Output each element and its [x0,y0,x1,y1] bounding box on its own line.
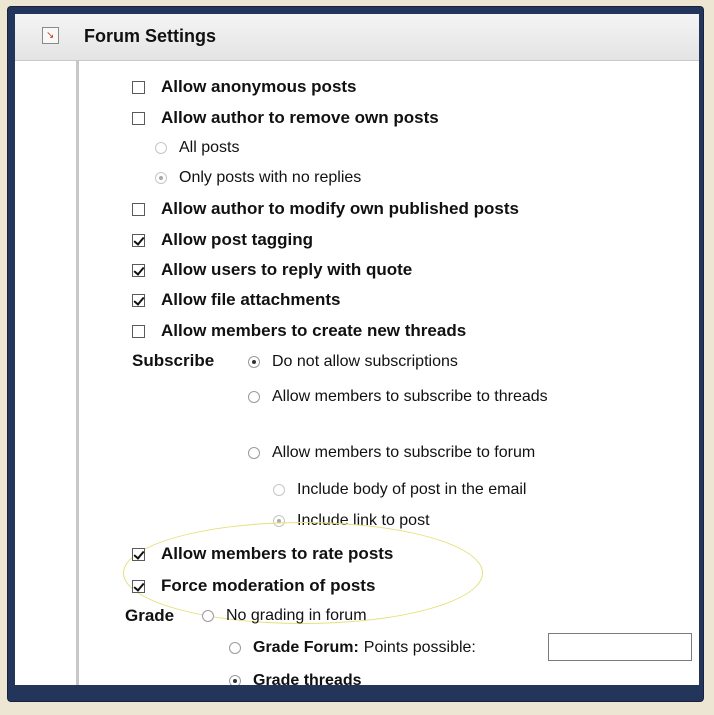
checkbox-allow-reply-with-quote[interactable] [132,263,145,277]
radio-grade-forum[interactable] [229,642,241,654]
option-allow-file-attachments[interactable]: Allow file attachments [132,287,340,313]
collapse-arrow-icon: ↘ [46,30,55,41]
label-subscribe-threads: Allow members to subscribe to threads [272,388,548,405]
radio-row-only-posts-no-replies[interactable]: Only posts with no replies [155,165,361,191]
panel-header: ↘ Forum Settings [15,14,699,61]
radio-row-grade-threads[interactable]: Grade threads [229,668,361,685]
label-grade-forum: Grade Forum: [253,639,359,656]
checkbox-allow-author-modify-posts[interactable] [132,202,145,216]
option-allow-rate-posts[interactable]: Allow members to rate posts [132,541,393,567]
checkbox-allow-anonymous-posts[interactable] [132,80,145,94]
label-no-subscriptions: Do not allow subscriptions [272,353,458,370]
checkbox-allow-create-threads[interactable] [132,324,145,338]
radio-no-grading[interactable] [202,610,214,622]
radio-row-include-body[interactable]: Include body of post in the email [273,477,526,503]
label-allow-create-threads: Allow members to create new threads [161,321,467,340]
option-allow-author-modify-posts[interactable]: Allow author to modify own published pos… [132,196,519,222]
label-only-posts-no-replies: Only posts with no replies [179,169,362,186]
checkbox-force-moderation[interactable] [132,579,145,593]
option-allow-author-remove-posts[interactable]: Allow author to remove own posts [132,105,439,131]
label-no-grading: No grading in forum [226,607,367,624]
label-force-moderation: Force moderation of posts [161,576,376,595]
checkbox-allow-author-remove-posts[interactable] [132,111,145,125]
radio-row-subscribe-forum[interactable]: Allow members to subscribe to forum [248,440,535,466]
label-allow-author-modify-posts: Allow author to modify own published pos… [161,199,519,218]
section-indent-rule [76,60,79,685]
label-allow-author-remove-posts: Allow author to remove own posts [161,108,439,127]
option-allow-anonymous-posts[interactable]: Allow anonymous posts [132,74,357,100]
panel-title: Forum Settings [84,26,217,46]
radio-row-no-grading[interactable]: No grading in forum [202,603,367,629]
radio-all-posts[interactable] [155,142,167,154]
radio-only-posts-no-replies[interactable] [155,172,167,184]
label-allow-post-tagging: Allow post tagging [161,230,314,249]
collapse-toggle-button[interactable]: ↘ [42,27,59,44]
radio-no-subscriptions[interactable] [248,356,260,368]
label-all-posts: All posts [179,139,240,156]
radio-row-grade-forum[interactable]: Grade Forum: Points possible: [229,635,476,661]
radio-subscribe-forum[interactable] [248,447,260,459]
label-grade-threads: Grade threads [253,672,362,685]
radio-subscribe-threads[interactable] [248,391,260,403]
option-allow-reply-with-quote[interactable]: Allow users to reply with quote [132,257,412,283]
subscribe-label: Subscribe [132,351,215,370]
radio-include-body[interactable] [273,484,285,496]
forum-settings-panel: ↘ Forum Settings Allow anonymous posts A… [15,14,699,685]
checkbox-allow-post-tagging[interactable] [132,233,145,247]
label-allow-reply-with-quote: Allow users to reply with quote [161,260,413,279]
checkbox-allow-file-attachments[interactable] [132,293,145,307]
radio-row-no-subscriptions[interactable]: Do not allow subscriptions [248,349,458,375]
option-allow-create-threads[interactable]: Allow members to create new threads [132,318,466,344]
points-possible-input[interactable] [548,633,692,661]
radio-grade-threads[interactable] [229,675,241,685]
label-allow-file-attachments: Allow file attachments [161,290,341,309]
checkbox-allow-rate-posts[interactable] [132,547,145,561]
radio-row-subscribe-threads[interactable]: Allow members to subscribe to threads [248,384,548,410]
label-allow-rate-posts: Allow members to rate posts [161,544,394,563]
label-points-possible: Points possible: [363,639,476,656]
radio-row-all-posts[interactable]: All posts [155,135,239,161]
grade-label: Grade [125,606,175,625]
label-subscribe-forum: Allow members to subscribe to forum [272,444,536,461]
label-allow-anonymous-posts: Allow anonymous posts [161,77,357,96]
option-force-moderation[interactable]: Force moderation of posts [132,573,375,599]
option-allow-post-tagging[interactable]: Allow post tagging [132,227,313,253]
label-include-body: Include body of post in the email [297,481,527,498]
